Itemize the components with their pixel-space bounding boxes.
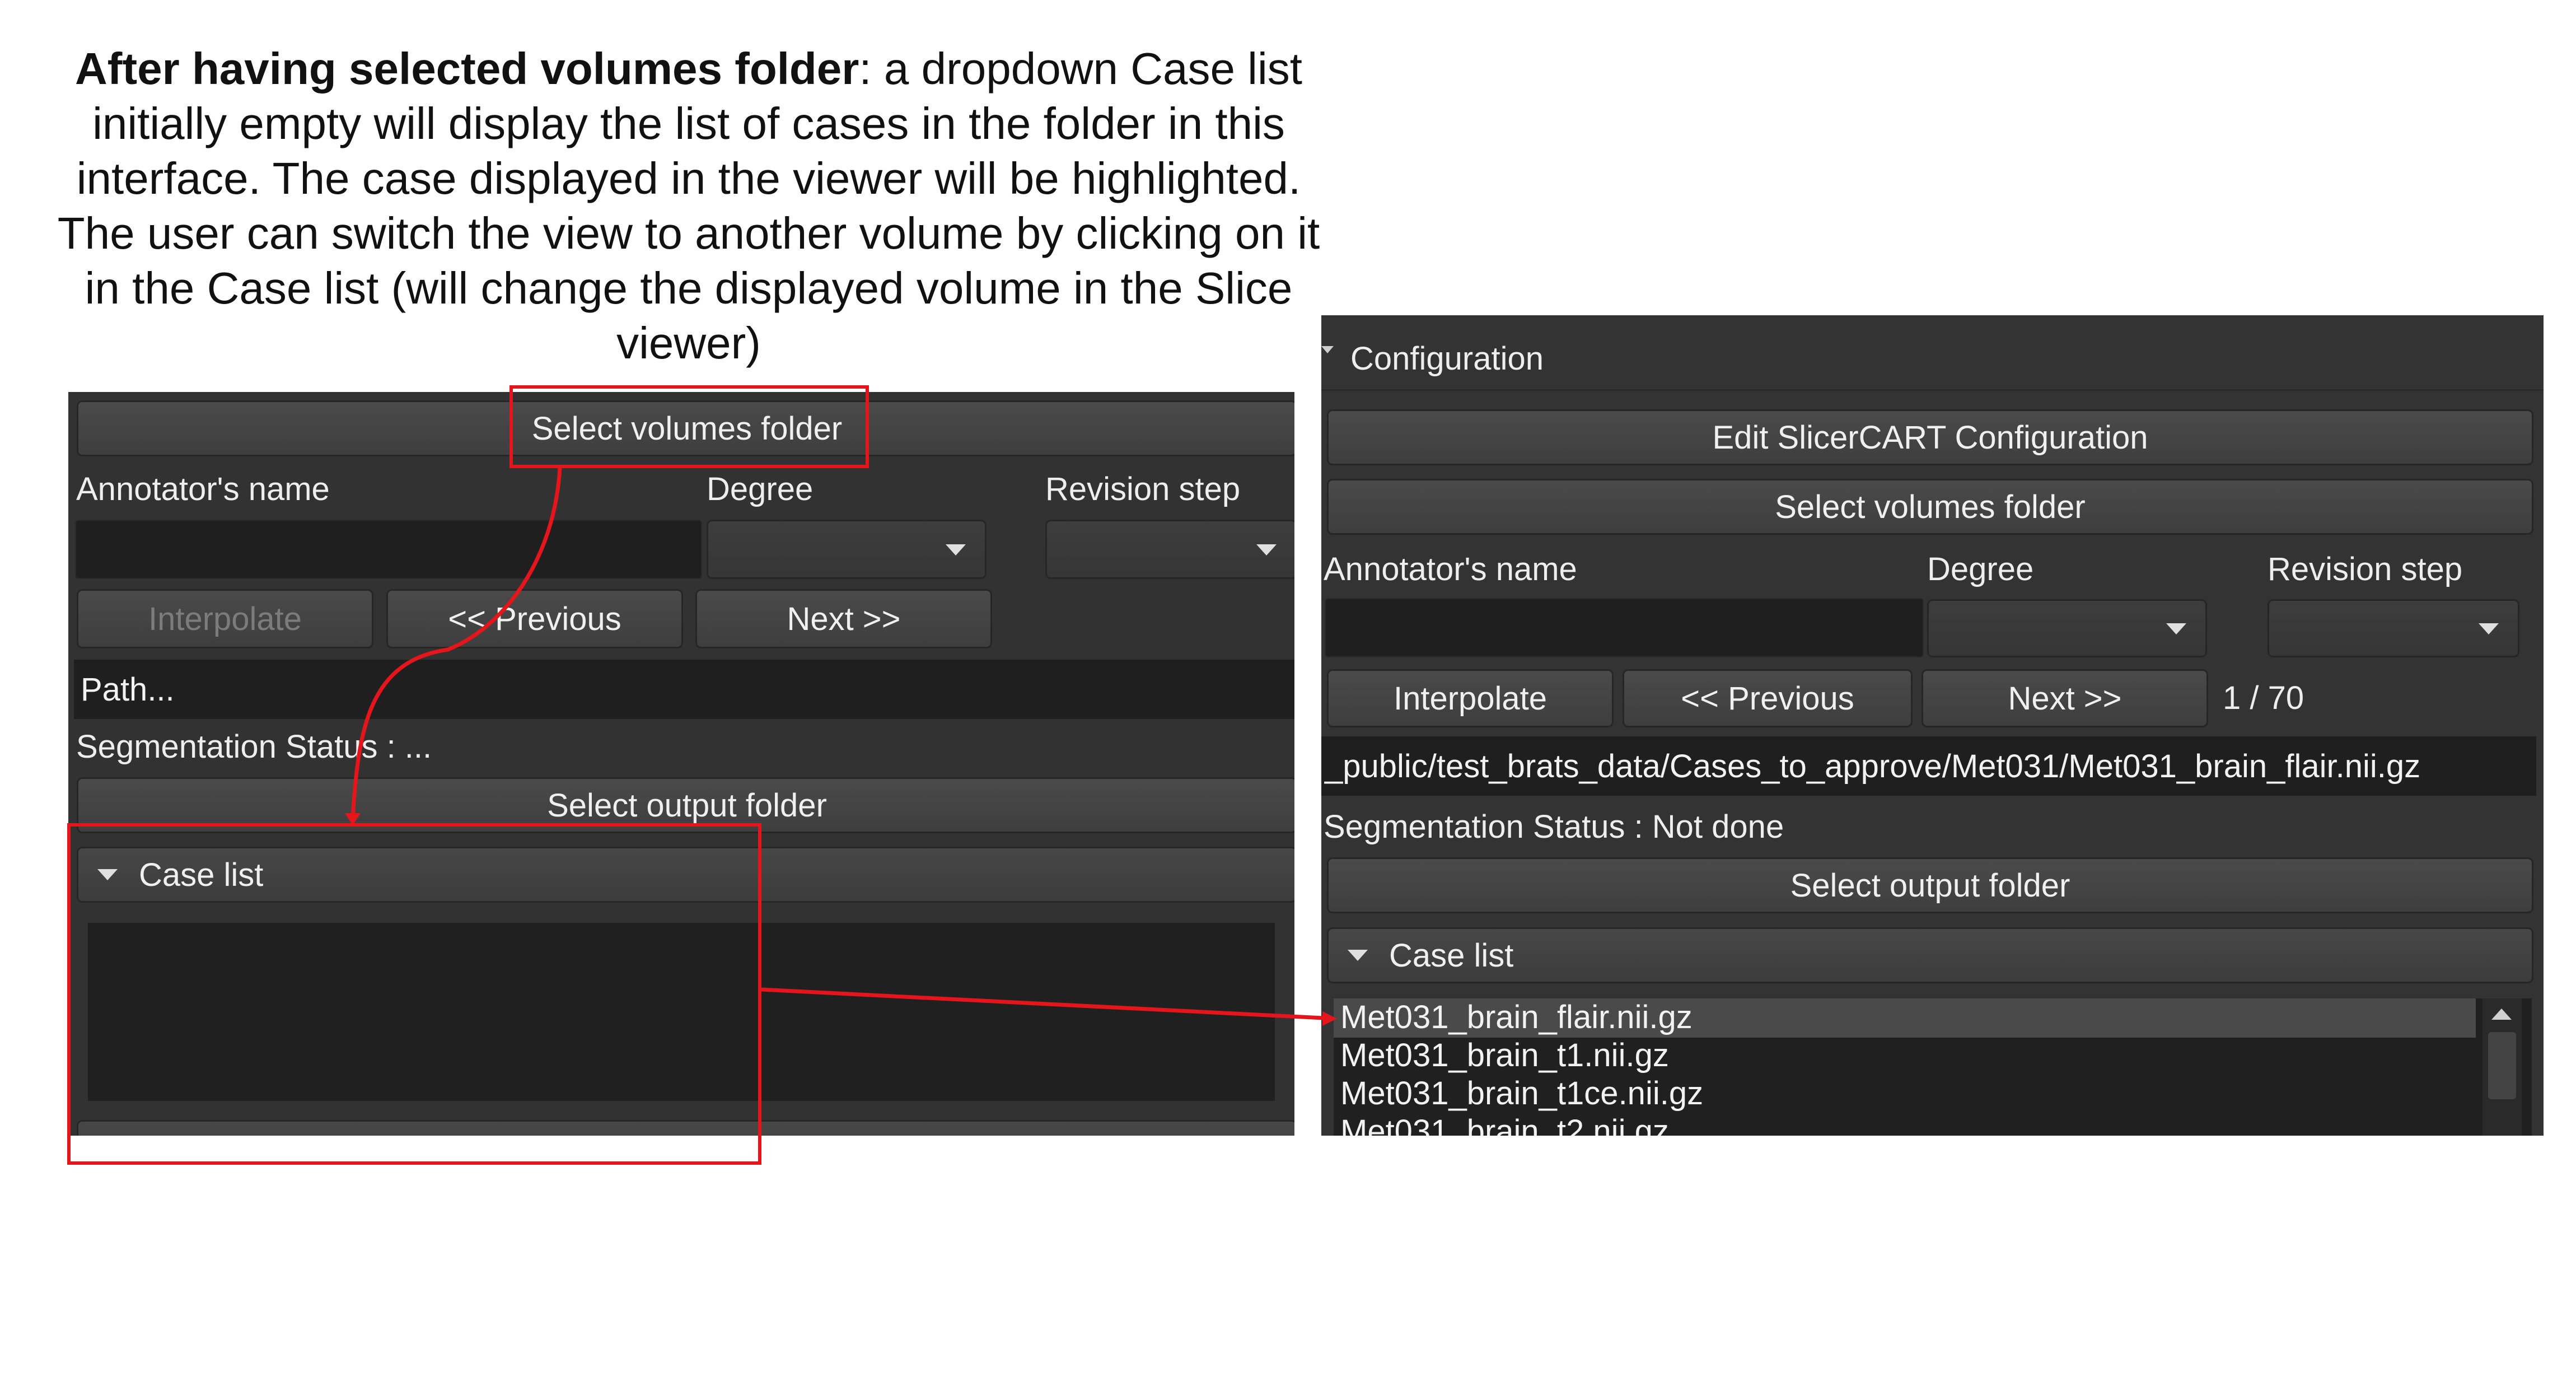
arrow-head — [1322, 1011, 1337, 1026]
annotation-arrows — [345, 468, 1337, 1026]
arrow-head — [345, 813, 361, 825]
arrow-volumes-to-caselist — [350, 468, 562, 818]
arrow-caselist-to-result — [761, 987, 1324, 1020]
